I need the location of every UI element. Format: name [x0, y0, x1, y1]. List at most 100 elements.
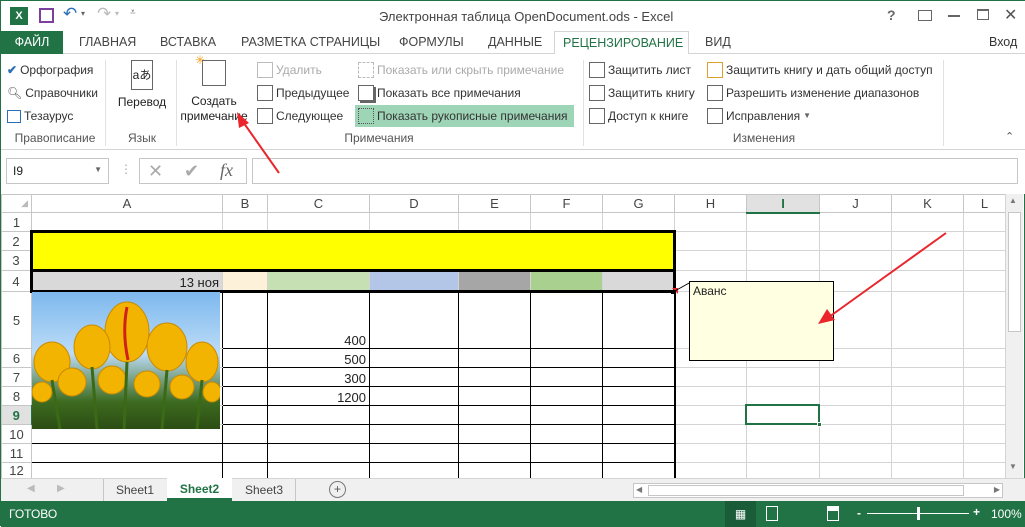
cell-i2[interactable]: [746, 231, 820, 251]
enter-icon[interactable]: ✔: [184, 161, 199, 182]
tab-review[interactable]: РЕЦЕНЗИРОВАНИЕ: [554, 31, 689, 55]
protect-workbook-button[interactable]: Защитить книгу: [589, 83, 695, 103]
cell-h2[interactable]: [674, 231, 747, 251]
tab-view[interactable]: ВИД: [697, 31, 739, 54]
cell-b8[interactable]: [222, 386, 268, 406]
cell-h11[interactable]: [674, 443, 747, 463]
cancel-icon[interactable]: ✕: [148, 161, 163, 182]
cell-c6[interactable]: 500: [267, 348, 370, 368]
horizontal-scroll-thumb[interactable]: [648, 485, 964, 496]
name-box[interactable]: I9 ▼: [6, 158, 109, 184]
cell-a1[interactable]: [31, 212, 223, 232]
cell-h10[interactable]: [674, 424, 747, 444]
cell-c10[interactable]: [267, 424, 370, 444]
horizontal-scrollbar[interactable]: ◀ ▶: [633, 483, 1003, 498]
cell-g7[interactable]: [602, 367, 676, 387]
cell-k8[interactable]: [891, 386, 964, 406]
cell-d9[interactable]: [369, 405, 459, 425]
cell-e1[interactable]: [458, 212, 531, 232]
cell-d12[interactable]: [369, 462, 459, 479]
help-button[interactable]: ?: [887, 7, 896, 23]
cell-i8[interactable]: [746, 386, 820, 406]
cell-j10[interactable]: [819, 424, 892, 444]
cell-l8[interactable]: [963, 386, 1006, 406]
cell-j12[interactable]: [819, 462, 892, 479]
cell-e4[interactable]: [458, 270, 531, 293]
cell-a12[interactable]: [31, 462, 223, 479]
show-all-comments-button[interactable]: Показать все примечания: [358, 83, 521, 103]
cell-f1[interactable]: [530, 212, 603, 232]
cell-e7[interactable]: [458, 367, 531, 387]
cell-f8[interactable]: [530, 386, 603, 406]
show-ink-button[interactable]: Показать рукописные примечания: [355, 105, 574, 127]
cell-b4[interactable]: [222, 270, 268, 293]
cell-i7[interactable]: [746, 367, 820, 387]
cell-c8[interactable]: 1200: [267, 386, 370, 406]
column-header-f[interactable]: F: [530, 194, 603, 213]
cell-l11[interactable]: [963, 443, 1006, 463]
column-header-a[interactable]: A: [31, 194, 223, 213]
page-layout-view-icon[interactable]: [766, 506, 778, 521]
cell-l5[interactable]: [963, 291, 1006, 349]
scroll-left-icon[interactable]: ◀: [636, 485, 642, 494]
formula-input[interactable]: [252, 158, 1018, 184]
cell-d11[interactable]: [369, 443, 459, 463]
normal-view-icon[interactable]: ▦: [725, 501, 756, 527]
vertical-scroll-thumb[interactable]: [1008, 212, 1021, 332]
cell-e6[interactable]: [458, 348, 531, 368]
active-cell-selection[interactable]: [745, 404, 822, 427]
cell-f5[interactable]: [530, 291, 603, 349]
row-header-3[interactable]: 3: [1, 250, 32, 271]
cell-h8[interactable]: [674, 386, 747, 406]
previous-comment-button[interactable]: Предыдущее: [257, 83, 349, 103]
cell-e9[interactable]: [458, 405, 531, 425]
cell-e11[interactable]: [458, 443, 531, 463]
column-header-c[interactable]: C: [267, 194, 370, 213]
cell-h1[interactable]: [674, 212, 747, 232]
cell-k4[interactable]: [891, 270, 964, 292]
cell-c4[interactable]: [267, 270, 370, 293]
cell-k6[interactable]: [891, 348, 964, 368]
maximize-icon[interactable]: [977, 9, 989, 20]
tab-data[interactable]: ДАННЫЕ: [480, 31, 550, 54]
minimize-icon[interactable]: [948, 15, 960, 17]
cell-c5[interactable]: 400: [267, 291, 370, 349]
column-header-g[interactable]: G: [602, 194, 675, 213]
cell-i1[interactable]: [746, 212, 820, 232]
cell-l12[interactable]: [963, 462, 1006, 479]
undo-dropdown-icon[interactable]: ▾: [81, 9, 85, 18]
fill-handle[interactable]: [817, 422, 822, 427]
row-header-9[interactable]: 9: [1, 405, 33, 425]
cell-j1[interactable]: [819, 212, 892, 232]
tab-formulas[interactable]: ФОРМУЛЫ: [391, 31, 472, 54]
close-icon[interactable]: ✕: [1004, 5, 1017, 25]
zoom-slider-thumb[interactable]: [917, 507, 920, 520]
column-header-j[interactable]: J: [819, 194, 892, 213]
save-icon[interactable]: [39, 8, 54, 23]
ribbon-display-icon[interactable]: [918, 10, 932, 21]
select-all-corner[interactable]: ◢: [1, 194, 32, 213]
cell-e8[interactable]: [458, 386, 531, 406]
row-header-7[interactable]: 7: [1, 367, 32, 387]
row-header-12[interactable]: 12: [1, 462, 32, 479]
customize-qat-icon[interactable]: ⩡: [130, 7, 136, 18]
cell-f12[interactable]: [530, 462, 603, 479]
chevron-down-icon[interactable]: ▼: [94, 165, 102, 174]
row-header-5[interactable]: 5: [1, 291, 32, 349]
cell-k9[interactable]: [891, 405, 964, 425]
cell-h7[interactable]: [674, 367, 747, 387]
new-comment-button[interactable]: ✳ Создать примечание: [179, 53, 249, 126]
cell-f9[interactable]: [530, 405, 603, 425]
cell-g8[interactable]: [602, 386, 676, 406]
cell-f7[interactable]: [530, 367, 603, 387]
protect-sheet-button[interactable]: Защитить лист: [589, 60, 691, 80]
cell-l4[interactable]: [963, 270, 1006, 292]
column-header-e[interactable]: E: [458, 194, 531, 213]
allow-edit-ranges-button[interactable]: Разрешить изменение диапазонов: [707, 83, 919, 103]
cell-l10[interactable]: [963, 424, 1006, 444]
cell-j3[interactable]: [819, 250, 892, 271]
cell-f10[interactable]: [530, 424, 603, 444]
comment-box[interactable]: Аванс: [689, 281, 834, 361]
cell-f6[interactable]: [530, 348, 603, 368]
cell-b10[interactable]: [222, 424, 268, 444]
